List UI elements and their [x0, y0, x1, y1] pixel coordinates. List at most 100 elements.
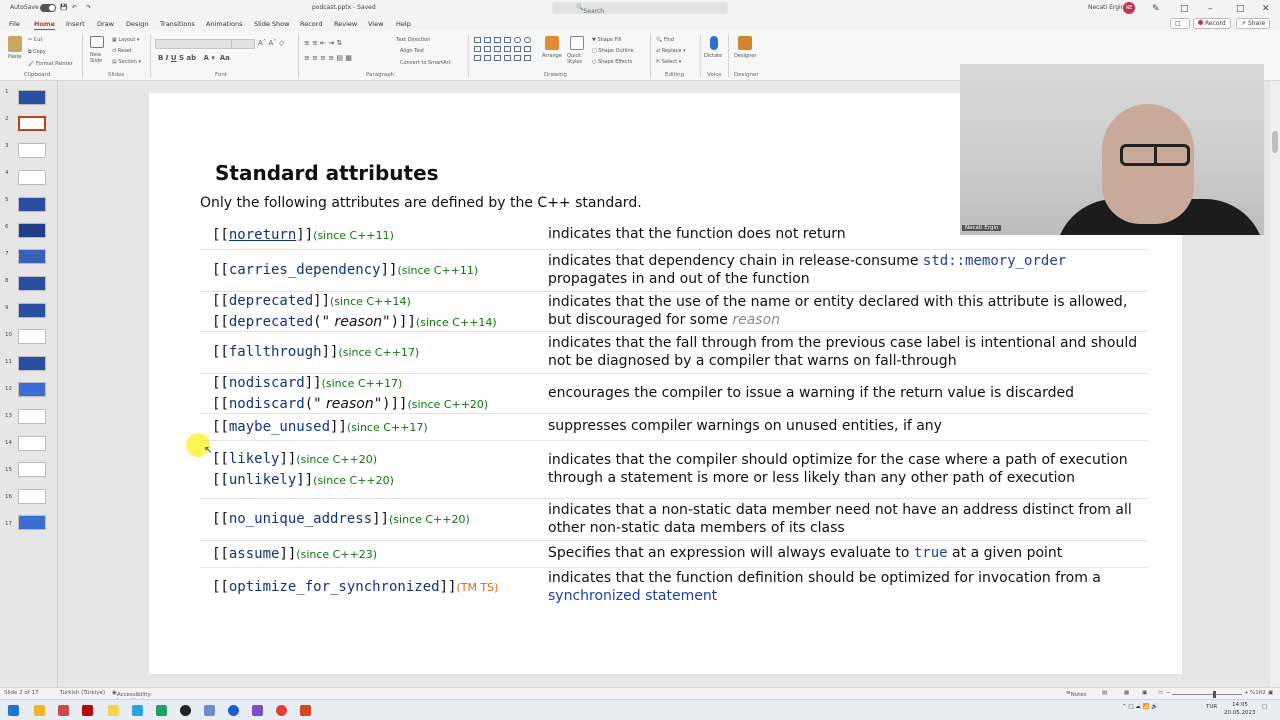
visual-studio-icon[interactable]	[252, 705, 263, 716]
since-version[interactable]: (since C++20)	[313, 474, 394, 487]
language-indicator[interactable]: Turkish (Türkiye)	[60, 690, 105, 696]
new-slide-icon[interactable]	[90, 36, 104, 48]
attribute-name-link[interactable]: nodiscard	[229, 375, 305, 391]
text-direction-button[interactable]: Text Direction	[396, 37, 430, 43]
align-icons[interactable]: ≡ ≡ ≡ ≡ ▤ ▦	[304, 54, 352, 62]
since-version[interactable]: (TM TS)	[456, 581, 498, 594]
section-button[interactable]: ▤ Section ▾	[112, 59, 141, 65]
tab-record[interactable]: Record	[300, 20, 322, 28]
font-format-icons[interactable]: B I U S ab A ▾ Aa	[158, 54, 230, 62]
close-icon[interactable]: ✕	[1262, 4, 1270, 14]
tab-review[interactable]: Review	[334, 20, 357, 28]
slide-intro[interactable]: Only the following attributes are define…	[200, 195, 642, 211]
chrome-icon[interactable]	[276, 705, 287, 716]
attribute-name-link[interactable]: assume	[229, 546, 280, 562]
telegram-icon[interactable]	[132, 705, 143, 716]
since-version[interactable]: (since C++11)	[313, 229, 394, 242]
slide-thumbnail-15[interactable]	[18, 462, 46, 477]
shapes-gallery[interactable]	[474, 37, 534, 63]
green-app-icon[interactable]	[156, 705, 167, 716]
minimize-icon[interactable]: –	[1208, 4, 1213, 14]
attribute-name-link[interactable]: noreturn	[229, 227, 296, 243]
vertical-scrollbar[interactable]	[1270, 81, 1280, 687]
tab-animations[interactable]: Animations	[206, 20, 243, 28]
comments-icon[interactable]: □	[1170, 18, 1190, 29]
cut-button[interactable]: ✂ Cut	[28, 37, 42, 43]
tab-home[interactable]: Home	[34, 20, 56, 30]
slide-sorter-icon[interactable]: ▦	[1124, 690, 1129, 696]
start-icon[interactable]	[8, 705, 19, 716]
reset-button[interactable]: ↺ Reset	[112, 48, 132, 54]
maximize-icon[interactable]: □	[1236, 4, 1245, 14]
slide-thumbnail-3[interactable]	[18, 143, 46, 158]
copy-button[interactable]: ⧉ Copy	[28, 49, 46, 55]
microphone-icon[interactable]	[710, 36, 718, 50]
clock-time[interactable]: 14:05	[1232, 702, 1248, 708]
paste-button[interactable]: Paste	[8, 54, 22, 60]
reading-view-icon[interactable]: ▣	[1142, 690, 1147, 696]
attribute-name-link[interactable]: no_unique_address	[229, 511, 372, 527]
search-input[interactable]: 🔍 Search	[576, 4, 604, 15]
tab-slide-show[interactable]: Slide Show	[254, 20, 289, 28]
find-button[interactable]: 🔍 Find	[656, 37, 674, 43]
attribute-name-link[interactable]: likely	[229, 451, 280, 467]
align-text-button[interactable]: Align Text	[400, 48, 424, 54]
tab-transitions[interactable]: Transitions	[160, 20, 195, 28]
slide-thumbnail-17[interactable]	[18, 515, 46, 530]
slide-thumbnail-8[interactable]	[18, 276, 46, 291]
autosave-toggle[interactable]	[40, 4, 56, 12]
notification-icon[interactable]: □	[1262, 704, 1267, 710]
since-version[interactable]: (since C++20)	[389, 513, 470, 526]
since-version[interactable]: (since C++17)	[347, 421, 428, 434]
slide-title[interactable]: Standard attributes	[215, 161, 439, 185]
dictate-button[interactable]: Dictate	[704, 53, 722, 59]
since-version[interactable]: (since C++11)	[397, 264, 478, 277]
slide-thumbnail-1[interactable]	[18, 90, 46, 105]
obs-icon[interactable]	[180, 705, 191, 716]
font-size-box[interactable]	[231, 39, 255, 49]
tab-insert[interactable]: Insert	[66, 20, 85, 28]
accessibility-indicator[interactable]: ◉ Accessibility: Investigate	[112, 690, 152, 704]
arrange-button[interactable]: Arrange	[542, 53, 562, 59]
slide-thumbnail-11[interactable]	[18, 356, 46, 371]
attribute-name-link[interactable]: deprecated	[229, 293, 313, 309]
ribbon-display-icon[interactable]: □	[1180, 4, 1189, 14]
slide-thumbnail-10[interactable]	[18, 329, 46, 344]
layout-button[interactable]: ▦ Layout ▾	[112, 37, 139, 43]
tray-icons[interactable]: ⌃ □ ☁ 📶 🔊	[1122, 704, 1158, 710]
undo-icon[interactable]: ↶	[72, 4, 77, 11]
convert-smartart-button[interactable]: Convert to SmartArt	[400, 60, 451, 66]
zoom-out-icon[interactable]: −	[1166, 690, 1171, 696]
since-version[interactable]: (since C++14)	[416, 316, 497, 329]
slide-thumbnail-12[interactable]	[18, 382, 46, 397]
format-painter-button[interactable]: 🖌 Format Painter	[28, 61, 73, 67]
slide-thumbnail-2[interactable]	[18, 116, 46, 131]
tab-help[interactable]: Help	[396, 20, 411, 28]
file-explorer-icon[interactable]	[34, 705, 45, 716]
slide-thumbnail-13[interactable]	[18, 409, 46, 424]
slideshow-icon[interactable]: ▭	[1158, 690, 1163, 696]
slide-thumbnail-16[interactable]	[18, 489, 46, 504]
notes-app-icon[interactable]	[108, 705, 119, 716]
notes-button[interactable]: ≡ Notes	[1066, 690, 1087, 698]
normal-view-icon[interactable]: ▤	[1102, 690, 1107, 696]
since-version[interactable]: (since C++17)	[338, 346, 419, 359]
font-size-icons[interactable]: Aˆ Aˇ ◇	[258, 39, 284, 47]
share-button[interactable]: ↗ Share	[1236, 18, 1271, 29]
fit-slide-icon[interactable]: ▣	[1268, 690, 1273, 696]
user-name[interactable]: Necati Ergin	[1088, 4, 1125, 11]
tab-draw[interactable]: Draw	[97, 20, 114, 28]
zoom-in-icon[interactable]: +	[1244, 690, 1249, 696]
arrange-icon[interactable]	[545, 36, 559, 50]
tab-view[interactable]: View	[368, 20, 383, 28]
quick-styles-icon[interactable]	[570, 36, 584, 50]
acrobat-icon[interactable]	[82, 705, 93, 716]
shape-outline-button[interactable]: □ Shape Outline	[592, 48, 634, 54]
search-box[interactable]: 🔍 Search	[552, 2, 728, 15]
slide-thumbnail-9[interactable]	[18, 303, 46, 318]
zoom-level[interactable]: %162	[1250, 690, 1266, 696]
avatar[interactable]: NE	[1123, 2, 1135, 14]
paste-icon[interactable]	[8, 36, 22, 52]
replace-button[interactable]: ⇄ Replace ▾	[656, 48, 686, 54]
save-icon[interactable]: 💾	[60, 4, 67, 11]
